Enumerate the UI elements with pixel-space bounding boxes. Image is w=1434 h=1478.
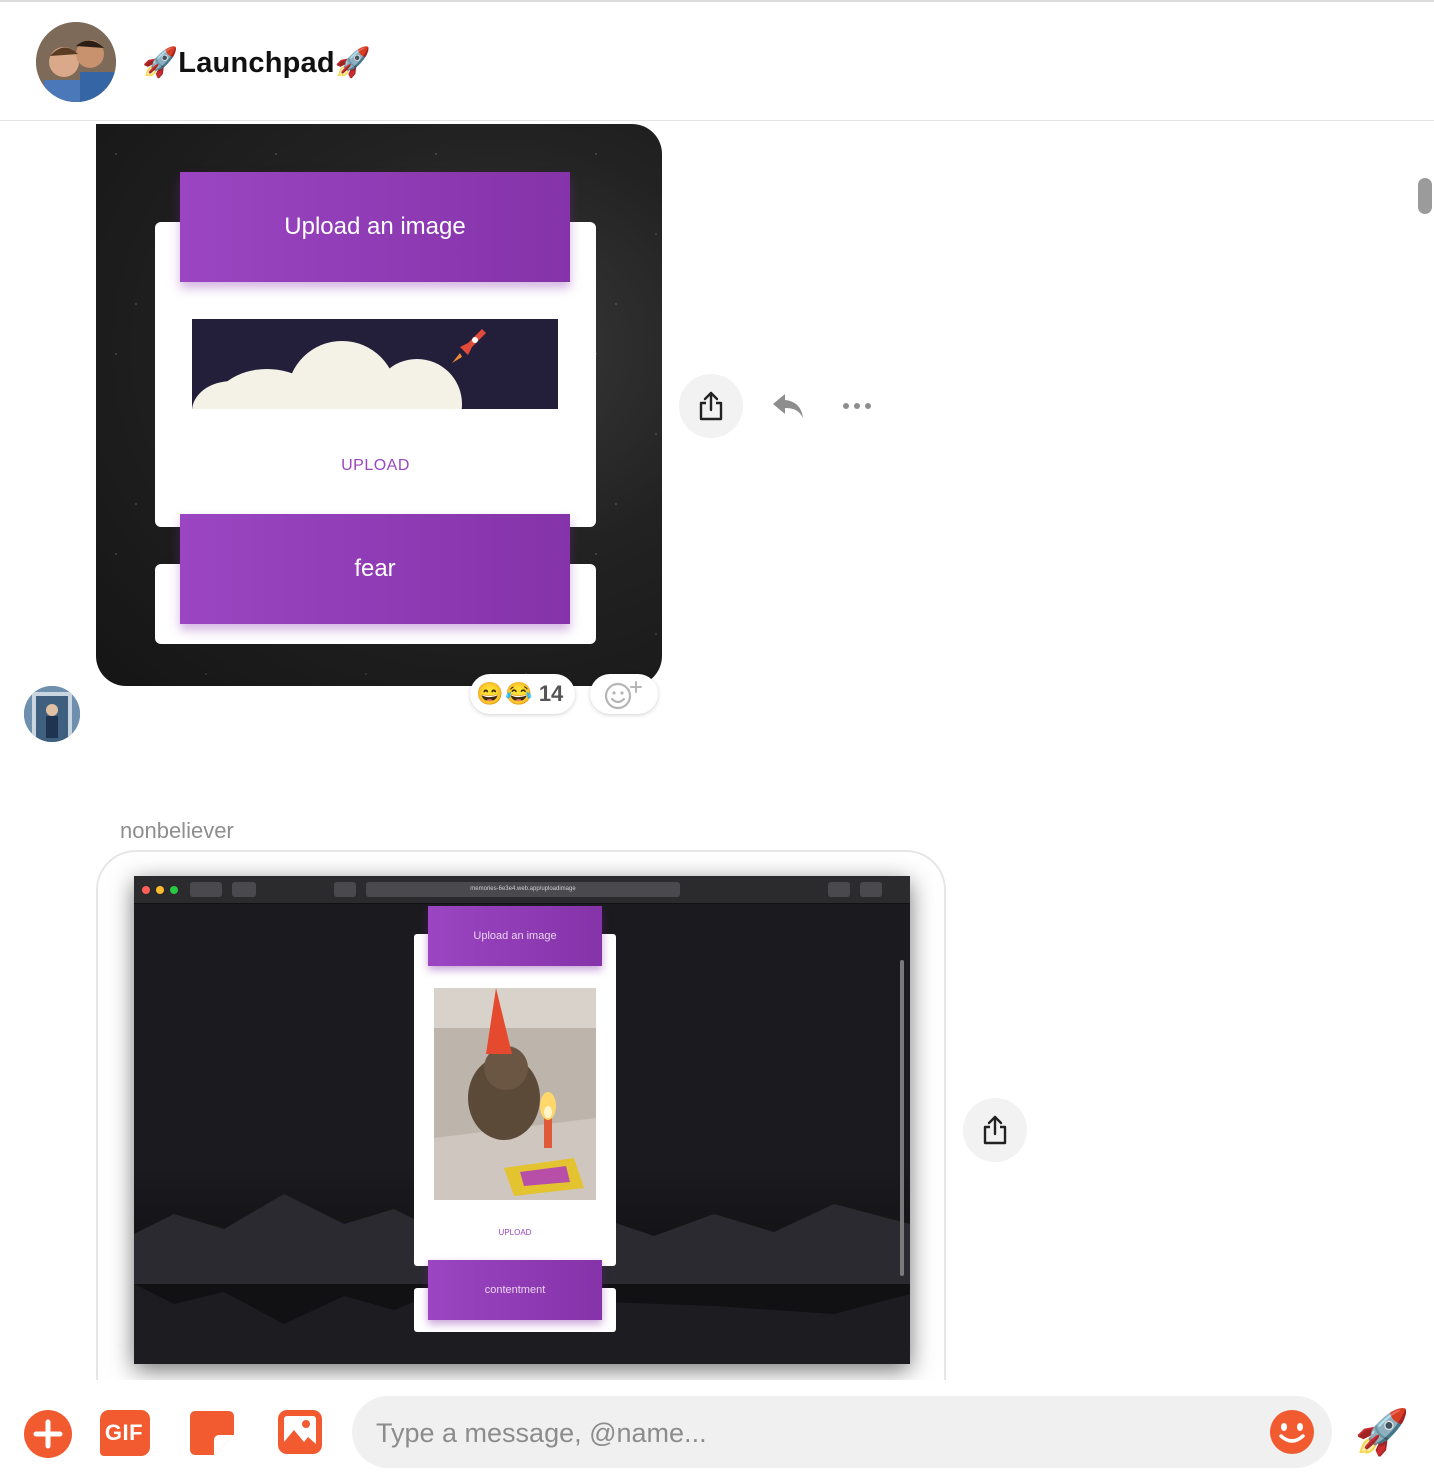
chat-window: 🚀Launchpad🚀 Upload an image UPLOAD fear — [0, 0, 1434, 1478]
chat-header: 🚀Launchpad🚀 — [0, 0, 1434, 121]
sticker-icon — [190, 1411, 234, 1455]
emoji-button[interactable] — [1268, 1408, 1316, 1456]
more-options-button[interactable] — [838, 392, 876, 420]
emotion-label: fear — [180, 514, 570, 624]
rocket-icon — [452, 329, 486, 363]
chat-title: 🚀Launchpad🚀 — [142, 47, 372, 79]
message-image[interactable]: Upload an image UPLOAD fear — [96, 124, 662, 686]
sender-name: nonbeliever — [120, 818, 234, 843]
upload-heading: Upload an image — [180, 172, 570, 282]
add-reaction-button[interactable] — [590, 674, 658, 714]
smiley-icon — [1270, 1410, 1314, 1454]
grinning-emoji-icon: 😄 — [476, 681, 504, 706]
browser-url: memories-6e3e4.web.app/uploadimage — [366, 882, 680, 897]
group-avatar[interactable] — [36, 22, 116, 102]
share-icon — [983, 1115, 1007, 1145]
rocket-icon: 🚀 — [1354, 1408, 1410, 1457]
gif-label: GIF — [104, 1420, 144, 1445]
reaction-count: 14 — [538, 681, 564, 706]
upload-heading: Upload an image — [428, 906, 602, 966]
upload-link: UPLOAD — [498, 1228, 532, 1237]
message-input-placeholder: Type a message, @name... — [376, 1418, 707, 1448]
sticker-button[interactable] — [186, 1406, 238, 1460]
cat-photo — [434, 988, 596, 1200]
reply-icon — [773, 394, 803, 418]
share-icon — [699, 391, 723, 421]
reaction-summary[interactable]: 😄 😂 14 — [470, 674, 575, 714]
more-icon — [843, 403, 871, 409]
browser-screenshot: memories-6e3e4.web.app/uploadimage Uploa… — [134, 876, 910, 1364]
browser-scrollbar — [900, 960, 904, 1276]
add-button[interactable] — [22, 1408, 74, 1460]
photo-button[interactable] — [274, 1406, 326, 1458]
message-image[interactable]: memories-6e3e4.web.app/uploadimage Uploa… — [96, 850, 946, 1410]
rocket-banner-image — [192, 319, 558, 409]
sender-avatar[interactable] — [24, 686, 80, 742]
plus-icon — [24, 1410, 72, 1458]
reply-button[interactable] — [768, 388, 808, 424]
emotion-label: contentment — [428, 1260, 602, 1320]
image-icon — [278, 1410, 322, 1454]
send-rocket-button[interactable]: 🚀 — [1354, 1404, 1410, 1460]
laughing-emoji-icon: 😂 — [505, 681, 533, 706]
upload-link: UPLOAD — [341, 457, 410, 474]
browser-toolbar: memories-6e3e4.web.app/uploadimage — [134, 876, 910, 904]
gif-button[interactable]: GIF — [96, 1406, 152, 1460]
share-button[interactable] — [963, 1098, 1027, 1162]
add-emoji-icon — [604, 681, 642, 710]
scrollbar[interactable] — [1418, 178, 1432, 214]
message-input[interactable]: Type a message, @name... — [352, 1396, 1332, 1468]
share-button[interactable] — [679, 374, 743, 438]
